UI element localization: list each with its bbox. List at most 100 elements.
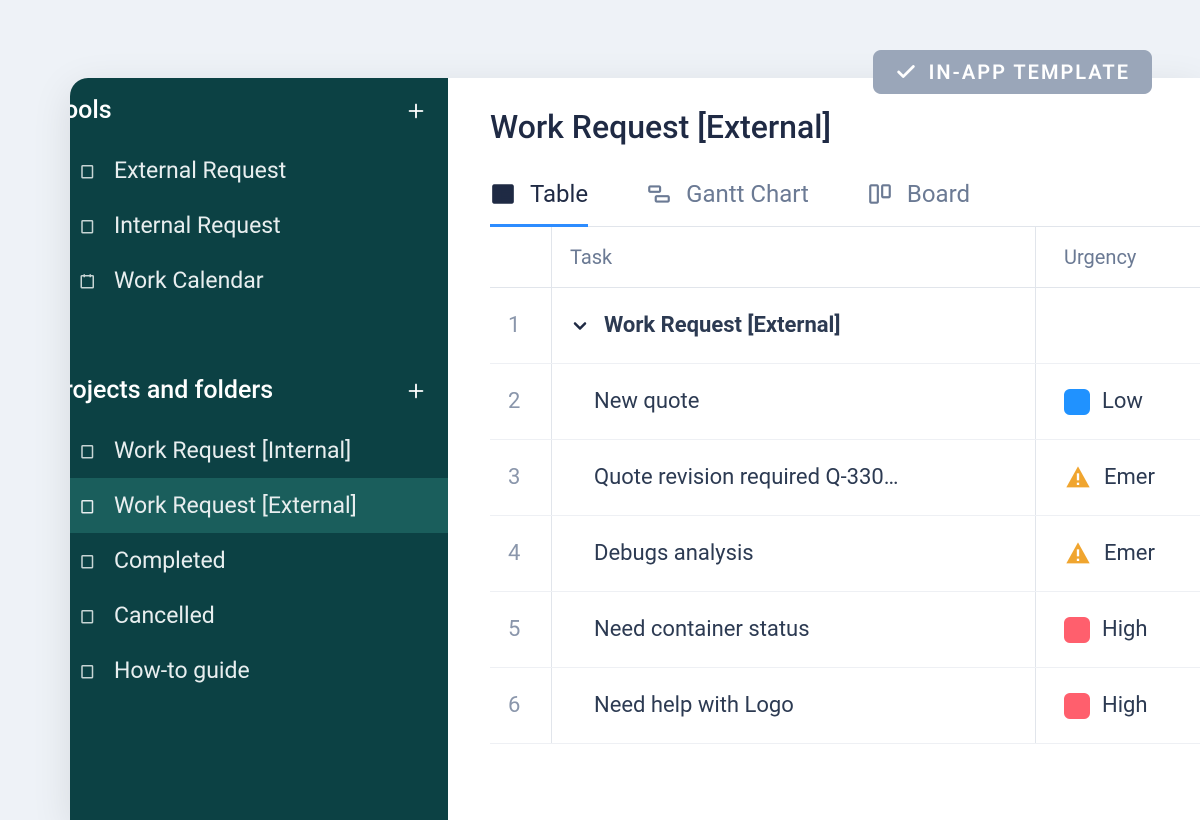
- sidebar-item-completed[interactable]: Completed: [70, 533, 448, 588]
- task-table: Task Urgency 1 Work Request [External]: [490, 227, 1200, 744]
- table-row[interactable]: 5 Need container status High: [490, 592, 1200, 668]
- sidebar-divider: [70, 308, 448, 358]
- urgency-badge: Emer: [1064, 540, 1155, 568]
- urgency-swatch-high: [1064, 693, 1090, 719]
- urgency-swatch-low: [1064, 389, 1090, 415]
- app-window: ools External Request: [70, 78, 1200, 820]
- task-label: Work Request [External]: [604, 313, 840, 338]
- task-label: Need help with Logo: [594, 693, 794, 718]
- tab-table[interactable]: Table: [490, 180, 588, 226]
- col-number-header: [490, 227, 552, 287]
- sidebar-item-how-to-guide[interactable]: How-to guide: [70, 643, 448, 698]
- sidebar-section-header-projects: rojects and folders: [70, 358, 448, 423]
- sidebar-item-label: Work Calendar: [114, 267, 264, 294]
- sidebar-section-header-tools: ools: [70, 78, 448, 143]
- urgency-cell: [1036, 288, 1200, 363]
- sidebar-item-work-request-internal[interactable]: Work Request [Internal]: [70, 423, 448, 478]
- task-cell: Work Request [External]: [552, 288, 1036, 363]
- task-label: New quote: [594, 389, 699, 414]
- row-number: 6: [490, 668, 552, 743]
- folder-icon: [78, 496, 98, 516]
- folder-icon: [78, 161, 98, 181]
- tab-label: Gantt Chart: [686, 180, 809, 208]
- urgency-badge: Emer: [1064, 464, 1155, 492]
- tab-gantt[interactable]: Gantt Chart: [646, 180, 809, 226]
- urgency-badge: High: [1064, 617, 1148, 643]
- col-urgency-header: Urgency: [1036, 227, 1200, 287]
- table-row[interactable]: 4 Debugs analysis Emer: [490, 516, 1200, 592]
- task-cell: Need help with Logo: [552, 668, 1036, 743]
- task-cell: Need container status: [552, 592, 1036, 667]
- table-icon: [490, 181, 516, 207]
- sidebar-section-tools: ools External Request: [70, 78, 448, 308]
- tab-board[interactable]: Board: [867, 180, 970, 226]
- table-row[interactable]: 3 Quote revision required Q-330… Emer: [490, 440, 1200, 516]
- urgency-cell: High: [1036, 592, 1200, 667]
- gantt-icon: [646, 181, 672, 207]
- urgency-cell: Low: [1036, 364, 1200, 439]
- urgency-badge: Low: [1064, 389, 1143, 415]
- urgency-label: Emer: [1104, 541, 1155, 566]
- urgency-label: High: [1102, 617, 1148, 642]
- template-badge: IN-APP TEMPLATE: [873, 50, 1152, 94]
- task-label: Quote revision required Q-330…: [594, 465, 898, 490]
- add-tool-button[interactable]: [404, 99, 428, 123]
- folder-icon: [78, 661, 98, 681]
- template-badge-label: IN-APP TEMPLATE: [929, 60, 1130, 84]
- main-content: Work Request [External] Table Gantt Char…: [448, 78, 1200, 820]
- plus-icon: [405, 100, 427, 122]
- row-number: 4: [490, 516, 552, 591]
- tab-label: Table: [530, 180, 588, 208]
- page-title: Work Request [External]: [490, 108, 1200, 146]
- urgency-label: Emer: [1104, 465, 1155, 490]
- urgency-badge: High: [1064, 693, 1148, 719]
- urgency-cell: Emer: [1036, 516, 1200, 591]
- sidebar-item-label: External Request: [114, 157, 286, 184]
- sidebar-item-work-request-external[interactable]: Work Request [External]: [70, 478, 448, 533]
- table-header: Task Urgency: [490, 227, 1200, 288]
- table-row[interactable]: 1 Work Request [External]: [490, 288, 1200, 364]
- urgency-label: Low: [1102, 389, 1143, 414]
- sidebar-item-internal-request[interactable]: Internal Request: [70, 198, 448, 253]
- sidebar-item-cancelled[interactable]: Cancelled: [70, 588, 448, 643]
- folder-icon: [78, 551, 98, 571]
- warning-icon: [1064, 540, 1092, 568]
- outer-frame: IN-APP TEMPLATE ools Ex: [0, 0, 1200, 820]
- task-cell: New quote: [552, 364, 1036, 439]
- table-row[interactable]: 6 Need help with Logo High: [490, 668, 1200, 744]
- sidebar-item-label: Work Request [External]: [114, 492, 357, 519]
- row-number: 1: [490, 288, 552, 363]
- sidebar-item-label: Completed: [114, 547, 226, 574]
- group-toggle[interactable]: Work Request [External]: [570, 313, 840, 338]
- col-task-header: Task: [552, 227, 1036, 287]
- view-tabs: Table Gantt Chart Board: [490, 180, 1200, 227]
- add-project-button[interactable]: [404, 379, 428, 403]
- tab-label: Board: [907, 180, 970, 208]
- sidebar-item-label: Internal Request: [114, 212, 281, 239]
- table-row[interactable]: 2 New quote Low: [490, 364, 1200, 440]
- check-icon: [895, 61, 917, 83]
- folder-icon: [78, 441, 98, 461]
- sidebar-item-label: How-to guide: [114, 657, 250, 684]
- chevron-down-icon: [570, 316, 590, 336]
- row-number: 5: [490, 592, 552, 667]
- urgency-cell: High: [1036, 668, 1200, 743]
- sidebar-item-work-calendar[interactable]: Work Calendar: [70, 253, 448, 308]
- sidebar-section-title: rojects and folders: [70, 376, 273, 405]
- calendar-icon: [78, 271, 98, 291]
- sidebar: ools External Request: [70, 78, 448, 820]
- task-label: Need container status: [594, 617, 810, 642]
- task-cell: Debugs analysis: [552, 516, 1036, 591]
- sidebar-item-external-request[interactable]: External Request: [70, 143, 448, 198]
- task-label: Debugs analysis: [594, 541, 754, 566]
- urgency-cell: Emer: [1036, 440, 1200, 515]
- sidebar-item-label: Work Request [Internal]: [114, 437, 351, 464]
- plus-icon: [405, 380, 427, 402]
- urgency-swatch-high: [1064, 617, 1090, 643]
- folder-icon: [78, 606, 98, 626]
- sidebar-section-title: ools: [70, 96, 112, 125]
- sidebar-item-label: Cancelled: [114, 602, 215, 629]
- warning-icon: [1064, 464, 1092, 492]
- row-number: 2: [490, 364, 552, 439]
- urgency-label: High: [1102, 693, 1148, 718]
